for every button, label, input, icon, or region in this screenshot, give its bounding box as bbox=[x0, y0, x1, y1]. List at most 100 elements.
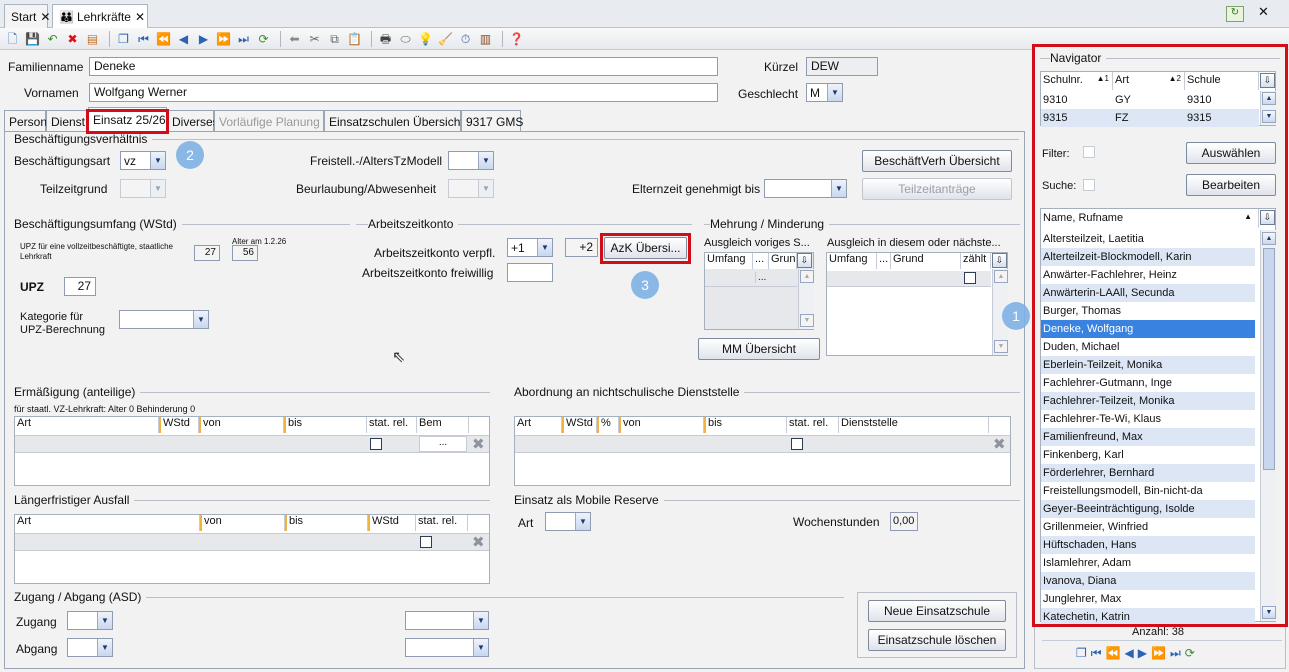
table-row[interactable]: ✖ bbox=[515, 435, 1010, 453]
column-header[interactable]: bis bbox=[285, 515, 368, 531]
back-arrow-icon[interactable]: ⬅ bbox=[286, 30, 303, 47]
column-chooser-icon[interactable]: ⇩ bbox=[797, 253, 812, 268]
reload-icon[interactable]: ⟳ bbox=[255, 30, 272, 47]
abgang-schule-select[interactable]: ▼ bbox=[405, 638, 489, 657]
close-icon[interactable]: ✕ bbox=[40, 10, 50, 24]
report-icon[interactable]: ▥ bbox=[477, 30, 494, 47]
disk-icon[interactable]: ⬭ bbox=[397, 30, 414, 47]
column-chooser-icon[interactable]: ⇩ bbox=[992, 253, 1007, 268]
copy-record-icon[interactable]: ❐ bbox=[1076, 646, 1087, 661]
table-row[interactable]: ... bbox=[705, 271, 797, 287]
geschlecht-select[interactable]: M ▼ bbox=[806, 83, 843, 102]
stat-rel-checkbox[interactable] bbox=[791, 438, 803, 450]
scrollbar[interactable]: ▲ ▼ bbox=[798, 269, 814, 329]
abgang-select[interactable]: ▼ bbox=[67, 638, 113, 657]
delete-row-icon[interactable]: ✖ bbox=[472, 437, 485, 452]
tab-diverses[interactable]: Diverses bbox=[167, 110, 219, 132]
column-header[interactable]: Grund bbox=[769, 253, 797, 269]
dots-icon[interactable]: ... bbox=[755, 272, 766, 283]
tab-dienst[interactable]: Dienst bbox=[46, 110, 88, 132]
column-header[interactable]: Umfang bbox=[827, 253, 877, 269]
next-record-icon[interactable]: ▶ bbox=[1138, 646, 1147, 661]
column-header[interactable]: bis bbox=[284, 417, 367, 433]
column-header[interactable]: ... bbox=[877, 253, 891, 269]
beschaeftverh-uebersicht-button[interactable]: BeschäftVerh Übersicht bbox=[862, 150, 1012, 172]
zugang-schule-select[interactable]: ▼ bbox=[405, 611, 489, 630]
delete-icon[interactable]: ✖ bbox=[64, 30, 81, 47]
tab-einsatzschulen-uebersicht[interactable]: Einsatzschulen Übersicht bbox=[324, 110, 464, 132]
column-header[interactable]: Art bbox=[15, 417, 159, 433]
clock-icon[interactable]: ⏱ bbox=[457, 30, 474, 47]
mm-right-grid[interactable]: Umfang ... Grund zählt ⇩ ▲ ▼ bbox=[826, 252, 1008, 356]
column-header[interactable]: bis bbox=[704, 417, 787, 433]
close-window-icon[interactable]: ✕ bbox=[1258, 4, 1269, 20]
column-header[interactable]: Bem bbox=[417, 417, 469, 433]
last-record-icon[interactable]: ⏭ bbox=[235, 30, 252, 47]
mm-left-grid[interactable]: Umfang ... Grund ⇩ ... ▲▼ bbox=[704, 252, 814, 330]
column-header[interactable]: WStd bbox=[159, 417, 199, 433]
reload-icon[interactable]: ⟳ bbox=[1185, 646, 1195, 661]
stat-rel-checkbox[interactable] bbox=[420, 536, 432, 548]
column-header[interactable]: von bbox=[619, 417, 704, 433]
tab-lehrkraefte[interactable]: 👪 Lehrkräfte ✕ bbox=[52, 4, 148, 28]
beurlaubung-select[interactable]: ▼ bbox=[448, 179, 494, 198]
broom-icon[interactable]: 🧹 bbox=[437, 30, 454, 47]
tab-9317-gms[interactable]: 9317 GMS bbox=[461, 110, 523, 132]
elternzeit-select[interactable]: ▼ bbox=[764, 179, 847, 198]
abordnung-grid[interactable]: Art WStd % von bis stat. rel. Dienststel… bbox=[514, 416, 1011, 486]
prev-page-icon[interactable]: ⏪ bbox=[1106, 646, 1121, 661]
column-header[interactable]: % bbox=[597, 417, 619, 433]
paste-icon[interactable]: 📋 bbox=[346, 30, 363, 47]
teilzeitantraege-button[interactable]: Teilzeitanträge bbox=[862, 178, 1012, 200]
einsatzschule-loeschen-button[interactable]: Einsatzschule löschen bbox=[868, 629, 1006, 651]
beschaeftigungsart-select[interactable]: vz ▼ bbox=[120, 151, 166, 170]
table-row[interactable]: ✖ bbox=[15, 533, 489, 551]
column-header[interactable]: Umfang bbox=[705, 253, 753, 269]
kuerzel-input[interactable]: DEW bbox=[806, 57, 878, 76]
column-header[interactable]: Dienststelle bbox=[839, 417, 989, 433]
delete-row-icon[interactable]: ✖ bbox=[472, 535, 485, 550]
ermaessigung-grid[interactable]: Art WStd von bis stat. rel. Bem ... ✖ bbox=[14, 416, 490, 486]
copy-record-icon[interactable]: ❐ bbox=[115, 30, 132, 47]
freistell-select[interactable]: ▼ bbox=[448, 151, 494, 170]
azk-freiwillig-input[interactable] bbox=[507, 263, 553, 282]
copy-icon[interactable]: ⧉ bbox=[326, 30, 343, 47]
tab-vorlaeufige-planung[interactable]: Vorläufige Planung bbox=[214, 110, 324, 132]
undo-icon[interactable]: ↶ bbox=[44, 30, 61, 47]
print-icon[interactable]: 🖶 bbox=[377, 30, 394, 47]
prev-page-icon[interactable]: ⏪ bbox=[155, 30, 172, 47]
next-page-icon[interactable]: ⏩ bbox=[215, 30, 232, 47]
mm-uebersicht-button[interactable]: MM Übersicht bbox=[698, 338, 820, 360]
column-header[interactable]: stat. rel. bbox=[367, 417, 417, 433]
new-icon[interactable]: 🗋 bbox=[4, 30, 21, 47]
properties-icon[interactable]: ▤ bbox=[84, 30, 101, 47]
save-icon[interactable]: 💾 bbox=[24, 30, 41, 47]
column-header[interactable]: zählt bbox=[961, 253, 991, 269]
familienname-input[interactable]: Deneke bbox=[89, 57, 718, 76]
last-record-icon[interactable]: ⏭ bbox=[1170, 646, 1181, 661]
column-header[interactable]: stat. rel. bbox=[787, 417, 839, 433]
prev-record-icon[interactable]: ◀ bbox=[175, 30, 192, 47]
cut-icon[interactable]: ✂ bbox=[306, 30, 323, 47]
column-header[interactable]: Grund bbox=[891, 253, 961, 269]
stat-rel-checkbox[interactable] bbox=[370, 438, 382, 450]
chevron-down-icon[interactable]: ▼ bbox=[994, 340, 1008, 353]
tab-start[interactable]: Start ✕ bbox=[4, 4, 50, 28]
chevron-down-icon[interactable]: ▼ bbox=[800, 314, 814, 327]
lightbulb-icon[interactable]: 💡 bbox=[417, 30, 434, 47]
column-header[interactable]: stat. rel. bbox=[416, 515, 468, 531]
column-header[interactable]: Art bbox=[15, 515, 200, 531]
teilzeitgrund-select[interactable]: ▼ bbox=[120, 179, 166, 198]
column-header[interactable]: ... bbox=[753, 253, 769, 269]
dots-icon[interactable]: ... bbox=[419, 436, 467, 452]
next-record-icon[interactable]: ▶ bbox=[195, 30, 212, 47]
tab-person[interactable]: Person bbox=[4, 110, 47, 132]
column-header[interactable]: von bbox=[200, 515, 285, 531]
upz-input[interactable]: 27 bbox=[64, 277, 96, 296]
mobile-art-select[interactable]: ▼ bbox=[545, 512, 591, 531]
column-header[interactable]: WStd bbox=[368, 515, 416, 531]
table-row[interactable] bbox=[827, 271, 991, 287]
ausfall-grid[interactable]: Art von bis WStd stat. rel. ✖ bbox=[14, 514, 490, 584]
chevron-up-icon[interactable]: ▲ bbox=[800, 270, 814, 283]
next-page-icon[interactable]: ⏩ bbox=[1151, 646, 1166, 661]
